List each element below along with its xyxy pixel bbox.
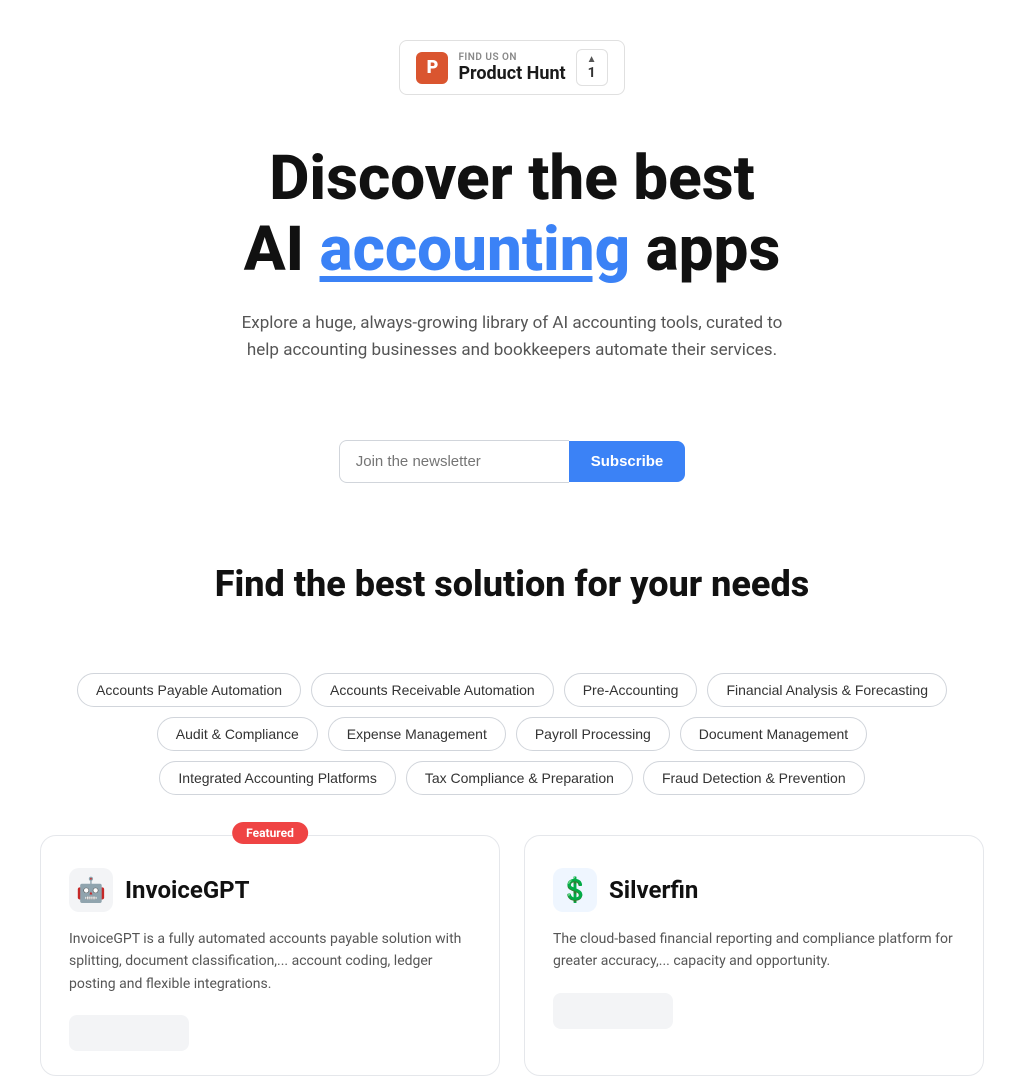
card-cta-0[interactable]: [69, 1015, 189, 1051]
product-hunt-text: FIND US ON Product Hunt: [458, 52, 565, 84]
card-header-1: 💲 Silverfin: [553, 868, 955, 912]
tag-audit---compliance[interactable]: Audit & Compliance: [157, 717, 318, 751]
cards-container: Featured 🤖 InvoiceGPT InvoiceGPT is a fu…: [20, 835, 1004, 1076]
hero-section: Discover the best AI accounting apps Exp…: [232, 143, 792, 400]
tag-expense-management[interactable]: Expense Management: [328, 717, 506, 751]
product-hunt-icon: P: [416, 52, 448, 84]
subscribe-button[interactable]: Subscribe: [569, 441, 686, 482]
tag-fraud-detection---prevention[interactable]: Fraud Detection & Prevention: [643, 761, 865, 795]
tag-accounts-payable-automation[interactable]: Accounts Payable Automation: [77, 673, 301, 707]
card-description-0: InvoiceGPT is a fully automated accounts…: [69, 928, 471, 995]
newsletter-input[interactable]: [339, 440, 569, 483]
card-cta-1[interactable]: [553, 993, 673, 1029]
card-title-1: Silverfin: [609, 876, 698, 904]
hero-title: Discover the best AI accounting apps: [232, 143, 792, 286]
tag-document-management[interactable]: Document Management: [680, 717, 867, 751]
tag-pre-accounting[interactable]: Pre-Accounting: [564, 673, 698, 707]
solutions-title: Find the best solution for your needs: [20, 563, 1004, 605]
vote-number: 1: [588, 65, 596, 81]
card-logo-1: 💲: [553, 868, 597, 912]
card-description-1: The cloud-based financial reporting and …: [553, 928, 955, 973]
tag-integrated-accounting-platforms[interactable]: Integrated Accounting Platforms: [159, 761, 395, 795]
product-card-1: 💲 Silverfin The cloud-based financial re…: [524, 835, 984, 1076]
tag-payroll-processing[interactable]: Payroll Processing: [516, 717, 670, 751]
tag-tax-compliance---preparation[interactable]: Tax Compliance & Preparation: [406, 761, 633, 795]
vote-count[interactable]: ▲ 1: [576, 49, 608, 86]
solutions-section: Find the best solution for your needs: [20, 563, 1004, 637]
card-logo-0: 🤖: [69, 868, 113, 912]
product-hunt-badge[interactable]: P FIND US ON Product Hunt ▲ 1: [399, 40, 624, 95]
tag-financial-analysis---forecasting[interactable]: Financial Analysis & Forecasting: [707, 673, 947, 707]
hero-subtitle: Explore a huge, always-growing library o…: [232, 310, 792, 364]
newsletter-form: Subscribe: [339, 440, 686, 483]
product-card-0: Featured 🤖 InvoiceGPT InvoiceGPT is a fu…: [40, 835, 500, 1076]
card-header-0: 🤖 InvoiceGPT: [69, 868, 471, 912]
tags-container: Accounts Payable Automation Accounts Rece…: [20, 673, 1004, 795]
find-us-label: FIND US ON: [458, 52, 565, 63]
product-hunt-name: Product Hunt: [458, 63, 565, 84]
featured-badge: Featured: [232, 822, 308, 844]
hero-accent-word: accounting: [320, 213, 631, 286]
upvote-arrow: ▲: [587, 54, 597, 65]
tag-accounts-receivable-automation[interactable]: Accounts Receivable Automation: [311, 673, 554, 707]
card-title-0: InvoiceGPT: [125, 876, 250, 904]
